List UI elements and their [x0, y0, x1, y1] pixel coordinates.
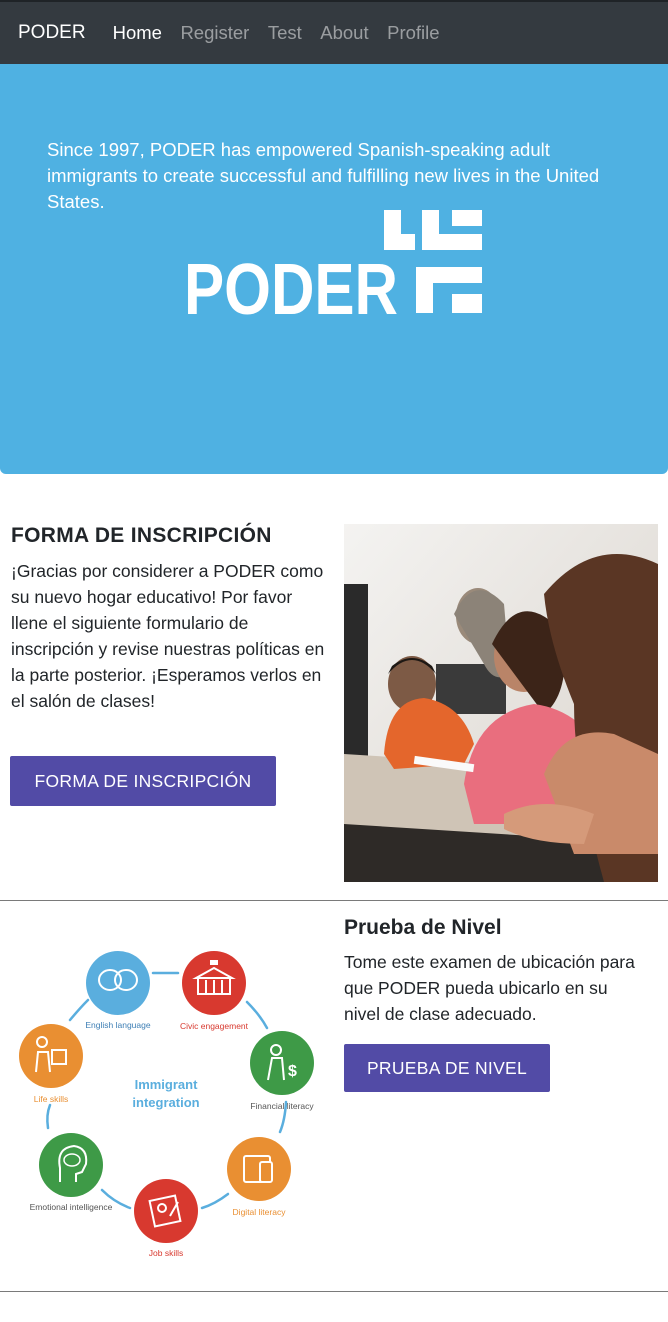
- wheel-center-line1: Immigrant: [135, 1077, 199, 1092]
- nav-item-register[interactable]: Register: [180, 22, 249, 44]
- svg-text:PODER: PODER: [184, 250, 398, 316]
- speech-bubbles-icon: [86, 951, 150, 1015]
- students-photo: [344, 524, 658, 882]
- registration-form-button[interactable]: FORMA DE INSCRIPCIÓN: [10, 756, 276, 806]
- nav-item-home[interactable]: Home: [113, 22, 162, 44]
- top-navbar: PODER Home Register Test About Profile: [0, 0, 668, 64]
- hero-text: Since 1997, PODER has empowered Spanish-…: [47, 139, 600, 212]
- immigrant-integration-wheel: English language Civic engagement $ Fina…: [10, 940, 330, 1270]
- nav-item-profile[interactable]: Profile: [387, 22, 439, 44]
- wheel-label-civic: Civic engagement: [180, 1021, 249, 1031]
- navbar-brand[interactable]: PODER: [18, 22, 86, 44]
- wheel-label-job: Job skills: [149, 1248, 183, 1258]
- wheel-label-english: English language: [85, 1020, 150, 1030]
- wheel-label-digital: Digital literacy: [233, 1207, 287, 1217]
- head-chat-icon: [39, 1133, 103, 1197]
- section-divider: [0, 900, 668, 901]
- puzzle-person-icon: [19, 1024, 83, 1088]
- money-person-icon: $: [250, 1031, 314, 1095]
- svg-text:$: $: [288, 1063, 297, 1080]
- wheel-label-emotional: Emotional intelligence: [30, 1202, 113, 1212]
- capitol-building-icon: [182, 951, 246, 1015]
- placement-text: Tome este examen de ubicación para que P…: [344, 952, 635, 1024]
- section-divider-bottom: [0, 1291, 668, 1292]
- wheel-label-life: Life skills: [34, 1094, 68, 1104]
- placement-title: Prueba de Nivel: [344, 916, 502, 939]
- hero-banner: Since 1997, PODER has empowered Spanish-…: [0, 64, 668, 474]
- nav-item-test[interactable]: Test: [268, 22, 302, 44]
- resume-icon: [134, 1179, 198, 1243]
- registration-title: FORMA DE INSCRIPCIÓN: [11, 524, 272, 547]
- poder-logo: PODER: [184, 210, 482, 316]
- nav-item-about[interactable]: About: [320, 22, 368, 44]
- registration-text: ¡Gracias por considerer a PODER como su …: [11, 561, 325, 711]
- placement-test-button[interactable]: PRUEBA DE NIVEL: [344, 1044, 550, 1092]
- wheel-center-line2: integration: [132, 1095, 199, 1110]
- devices-icon: [227, 1137, 291, 1201]
- wheel-label-financial: Financial literacy: [250, 1101, 314, 1111]
